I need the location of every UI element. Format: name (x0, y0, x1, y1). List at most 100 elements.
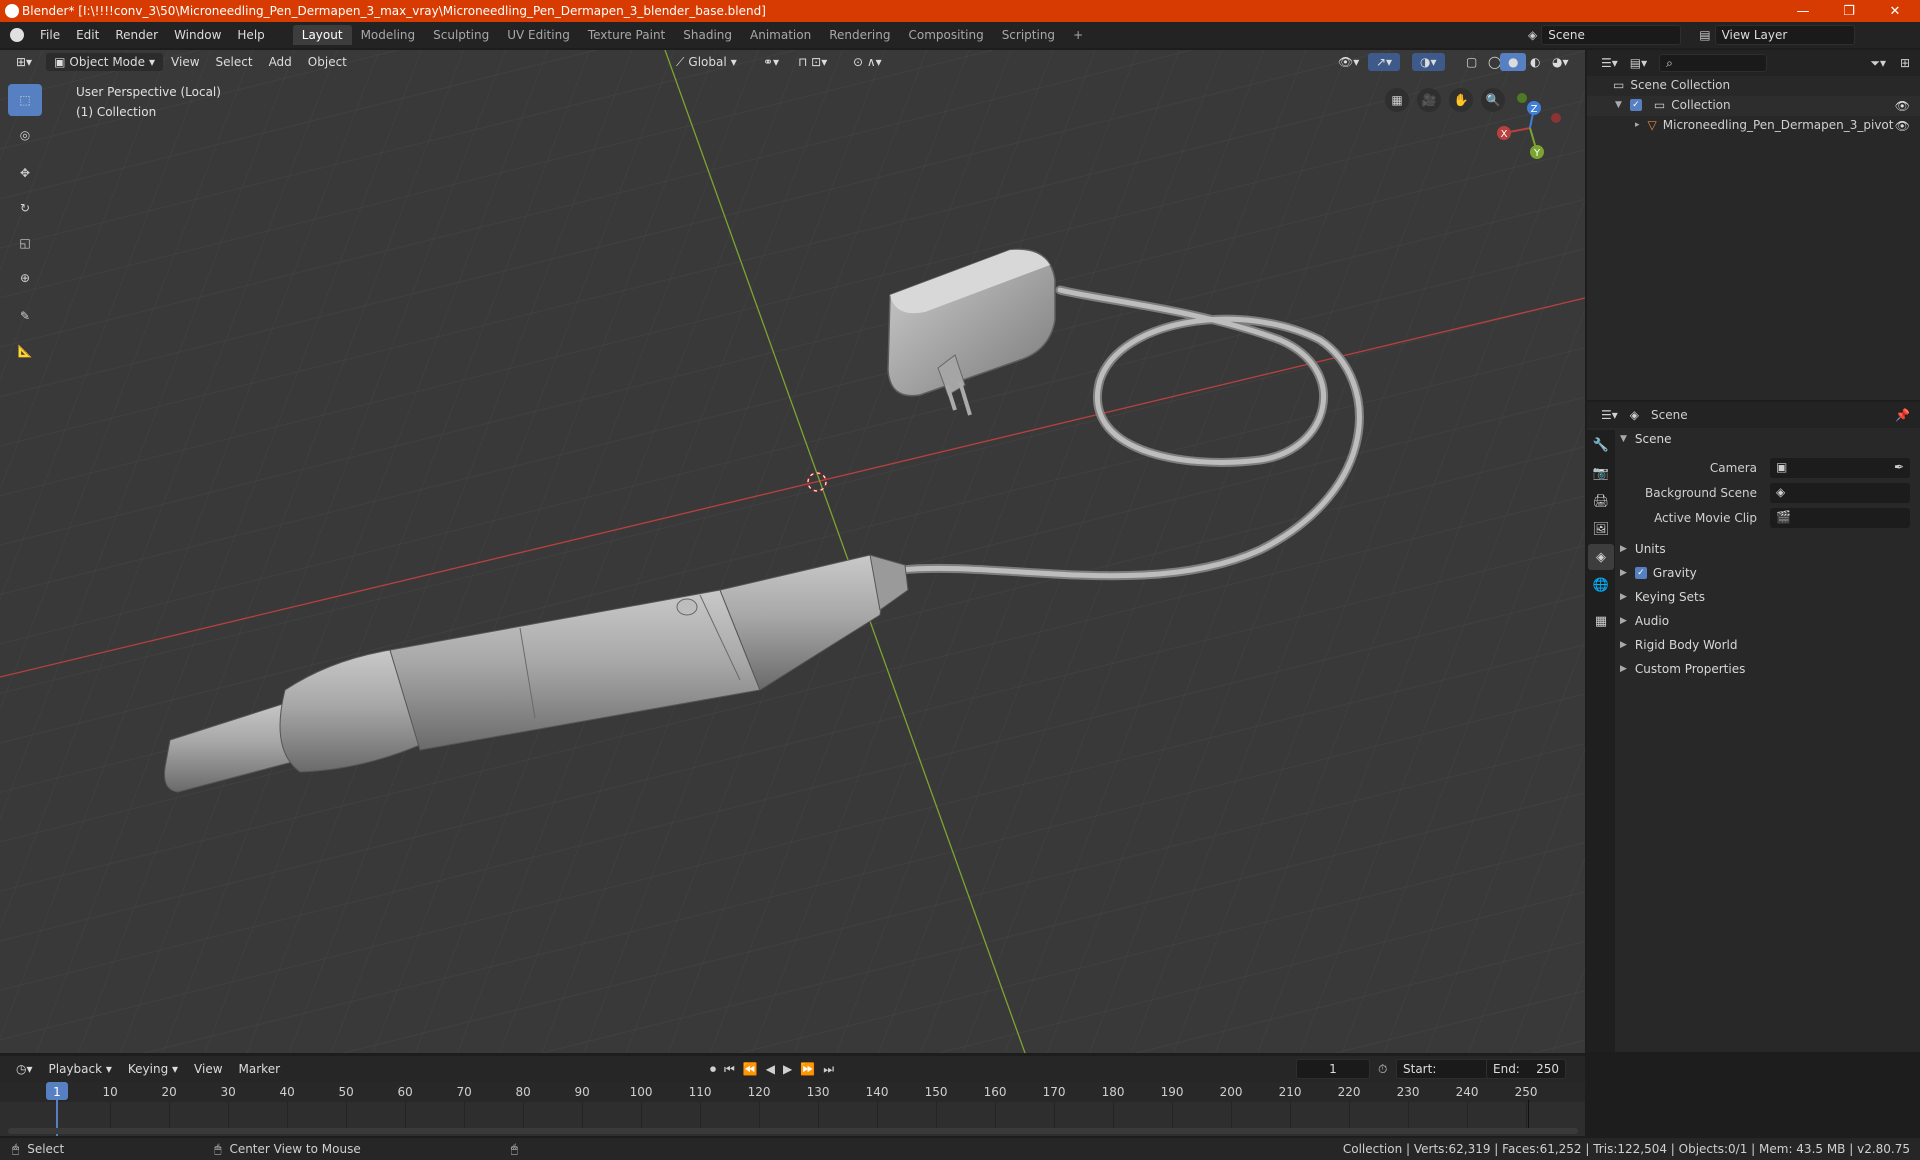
next-keyframe-icon[interactable]: ⏩ (800, 1062, 815, 1076)
add-workspace-button[interactable]: + (1064, 25, 1092, 45)
workspace-tab-animation[interactable]: Animation (741, 25, 820, 45)
gizmo-toggle-icon[interactable]: ↗▾ (1368, 53, 1401, 71)
timeline[interactable]: 1 10 20 30 40 50 60 70 80 90 100 110 120 130 140 150 160… (0, 1082, 1585, 1136)
outliner-row-collection[interactable]: ▼ ✓ ▭ Collection (1615, 98, 1731, 112)
blender-menu-icon[interactable] (10, 28, 24, 42)
collection-eye-icon[interactable]: 👁 (1895, 99, 1910, 113)
scene-tab-icon[interactable]: ◈ (1588, 544, 1614, 570)
properties-editor-icon[interactable]: ☰▾ (1601, 408, 1618, 422)
viewport-menu-view[interactable]: View (163, 53, 207, 71)
select-box-tool-icon[interactable]: ⬚ (8, 84, 42, 116)
measure-tool-icon[interactable]: 📐 (8, 335, 42, 367)
workspace-tab-scripting[interactable]: Scripting (993, 25, 1064, 45)
filter-icon[interactable]: ⏷▾ (1870, 56, 1886, 71)
expand-triangle-icon[interactable]: ▸ (1635, 120, 1640, 130)
shading-rendered-icon[interactable]: ◕▾ (1544, 53, 1577, 71)
audio-panel-header[interactable]: ▶ Audio (1620, 610, 1669, 632)
texture-tab-icon[interactable]: ▦ (1588, 608, 1614, 634)
outliner-row-scene-collection[interactable]: ▭ Scene Collection (1613, 78, 1730, 92)
close-button[interactable]: ✕ (1872, 0, 1918, 22)
workspace-tab-modeling[interactable]: Modeling (352, 25, 425, 45)
render-tab-icon[interactable]: 📷 (1588, 460, 1614, 486)
workspace-tab-sculpting[interactable]: Sculpting (424, 25, 498, 45)
play-icon[interactable]: ▶ (783, 1062, 792, 1076)
viewport-menu-add[interactable]: Add (261, 53, 300, 71)
world-tab-icon[interactable]: 🌐 (1588, 572, 1614, 598)
gizmo-neg-y[interactable] (1517, 93, 1527, 103)
menu-edit[interactable]: Edit (68, 28, 107, 42)
timeline-scrollbar[interactable] (8, 1128, 1578, 1134)
scene-panel-header[interactable]: ▼ Scene (1620, 428, 1910, 450)
current-frame-field[interactable]: 1 (1296, 1059, 1370, 1079)
gizmo-neg-x[interactable] (1551, 113, 1561, 123)
annotate-tool-icon[interactable]: ✎ (8, 300, 42, 332)
workspace-tab-texture-paint[interactable]: Texture Paint (579, 25, 674, 45)
collection-checkbox[interactable]: ✓ (1629, 99, 1642, 111)
menu-render[interactable]: Render (107, 28, 166, 42)
expand-triangle-icon[interactable]: ▼ (1615, 100, 1622, 110)
keying-sets-panel-header[interactable]: ▶ Keying Sets (1620, 586, 1705, 608)
timeline-editor-icon[interactable]: ◷▾ (8, 1060, 41, 1078)
pan-hand-icon[interactable]: ✋ (1449, 88, 1473, 112)
prev-keyframe-icon[interactable]: ⏪ (743, 1062, 758, 1076)
outliner-search-input[interactable]: ⌕ (1659, 54, 1768, 72)
pivot-icon[interactable]: ⚭▾ (755, 53, 787, 71)
pin-icon[interactable]: 📌 (1895, 408, 1910, 422)
menu-window[interactable]: Window (166, 28, 229, 42)
mode-selector[interactable]: ▣ Object Mode ▾ (46, 53, 164, 71)
viewport-menu-select[interactable]: Select (208, 53, 261, 71)
transform-tool-icon[interactable]: ⊕ (8, 262, 42, 294)
object-eye-icon[interactable]: 👁 (1895, 119, 1910, 133)
menu-help[interactable]: Help (229, 28, 272, 42)
end-frame-field[interactable]: End: 250 (1486, 1059, 1566, 1079)
background-scene-field[interactable]: ◈ (1770, 483, 1910, 503)
3d-viewport[interactable] (0, 50, 1585, 1053)
grid-view-icon[interactable]: ▦ (1385, 88, 1409, 112)
stopwatch-icon[interactable]: ⏱ (1378, 1062, 1387, 1077)
tool-tab-icon[interactable]: 🔧 (1588, 432, 1614, 458)
axis-gizmo[interactable]: X Y Z (1490, 88, 1570, 168)
view-layer-selector[interactable]: View Layer (1714, 25, 1855, 45)
rotate-tool-icon[interactable]: ↻ (8, 192, 42, 224)
timeline-menu-view[interactable]: View (186, 1060, 230, 1078)
viewport-menu-object[interactable]: Object (300, 53, 355, 71)
timeline-menu-keying[interactable]: Keying ▾ (120, 1060, 186, 1078)
minimize-button[interactable]: — (1780, 0, 1826, 22)
output-tab-icon[interactable]: 🖨 (1588, 488, 1614, 514)
workspace-tab-shading[interactable]: Shading (674, 25, 741, 45)
outliner-editor-icon[interactable]: ☰▾ (1601, 56, 1618, 70)
transform-orientation-selector[interactable]: ⟋ Global ▾ (668, 53, 745, 72)
outliner-display-mode-icon[interactable]: ▤▾ (1630, 56, 1647, 70)
gravity-checkbox[interactable]: ✓ (1634, 567, 1647, 579)
active-movie-clip-field[interactable]: 🎬 (1770, 508, 1910, 528)
play-reverse-icon[interactable]: ◀ (766, 1062, 775, 1076)
visibility-icon[interactable]: 👁▾ (1330, 53, 1367, 71)
units-panel-header[interactable]: ▶ Units (1620, 538, 1666, 560)
new-collection-icon[interactable]: ⊞ (1900, 56, 1910, 70)
eyedropper-icon[interactable]: ✒ (1894, 460, 1904, 474)
workspace-tab-compositing[interactable]: Compositing (899, 25, 992, 45)
workspace-tab-uv-editing[interactable]: UV Editing (498, 25, 579, 45)
maximize-button[interactable]: ❐ (1826, 0, 1872, 22)
menu-file[interactable]: File (32, 28, 68, 42)
snap-icon[interactable]: ⊓ ⊡▾ (790, 53, 835, 71)
overlay-toggle-icon[interactable]: ◑▾ (1412, 53, 1445, 71)
timeline-menu-playback[interactable]: Playback ▾ (41, 1060, 120, 1078)
outliner-row-object[interactable]: ▸ ▽ Microneedling_Pen_Dermapen_3_pivot (1635, 118, 1893, 132)
cursor-tool-icon[interactable]: ◎ (8, 119, 42, 151)
camera-view-icon[interactable]: 🎥 (1417, 88, 1441, 112)
camera-field[interactable]: ▣ ✒ (1770, 458, 1910, 478)
scene-selector[interactable]: Scene (1541, 25, 1682, 45)
move-tool-icon[interactable]: ✥ (8, 157, 42, 189)
view-layer-tab-icon[interactable]: 🖼 (1588, 516, 1614, 542)
record-icon[interactable]: ⏺ (710, 1062, 716, 1077)
scale-tool-icon[interactable]: ◱ (8, 227, 42, 259)
gravity-panel-header[interactable]: ▶ ✓ Gravity (1620, 562, 1697, 584)
jump-start-icon[interactable]: ⏮ (724, 1062, 735, 1077)
jump-end-icon[interactable]: ⏭ (823, 1062, 834, 1077)
proportional-editing-icon[interactable]: ⊙ ∧▾ (845, 53, 890, 71)
workspace-tab-layout[interactable]: Layout (292, 25, 352, 45)
rigid-body-world-panel-header[interactable]: ▶ Rigid Body World (1620, 634, 1737, 656)
timeline-menu-marker[interactable]: Marker (231, 1060, 288, 1078)
editor-type-icon[interactable]: ⊞▾ (8, 53, 40, 71)
